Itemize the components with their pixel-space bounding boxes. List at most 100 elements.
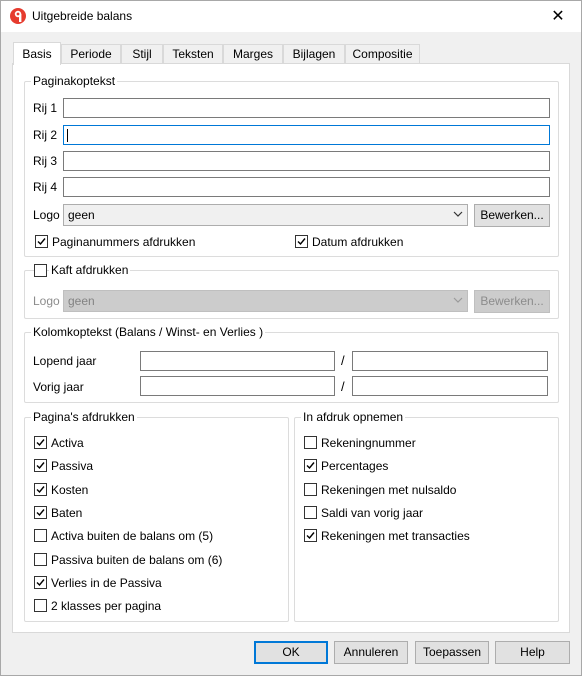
group-title: Pagina's afdrukken — [31, 410, 137, 424]
tab-compositie[interactable]: Compositie — [345, 44, 420, 64]
cancel-button[interactable]: Annuleren — [334, 641, 408, 664]
cover-group: Kaft afdrukken Logo geen Bewerken... — [24, 263, 559, 319]
button-label: Annuleren — [343, 645, 399, 659]
check-icon — [306, 532, 315, 540]
print-page-label-5: Activa buiten de balans om (5) — [51, 529, 214, 544]
row4-input[interactable] — [63, 177, 550, 197]
check-icon — [36, 439, 45, 447]
cover-label: Kaft afdrukken — [49, 263, 131, 277]
include-option-label-5: Rekeningen met transacties — [321, 529, 470, 544]
chevron-down-icon — [453, 297, 463, 303]
include-option-checkbox-4[interactable] — [304, 505, 317, 519]
include-option-label-3: Rekeningen met nulsaldo — [321, 482, 457, 497]
tab-label: Basis — [22, 47, 52, 61]
tab-label: Marges — [232, 47, 273, 61]
cover-checkbox[interactable] — [34, 264, 47, 277]
ok-button[interactable]: OK — [254, 641, 328, 664]
group-title: Kolomkoptekst (Balans / Winst- en Verlie… — [31, 325, 266, 339]
row1-label: Rij 1 — [33, 101, 58, 115]
previous-year-input-1[interactable] — [140, 376, 335, 396]
check-icon — [36, 462, 45, 470]
print-page-checkbox-6[interactable] — [34, 552, 47, 566]
page-header-group: Paginakoptekst Rij 1 Rij 2 Rij 3 Rij 4 L… — [24, 74, 559, 257]
print-page-checkbox-2[interactable] — [34, 459, 47, 473]
tab-label: Teksten — [172, 47, 214, 61]
check-icon — [36, 485, 45, 493]
group-title: In afdruk opnemen — [301, 410, 406, 424]
page-numbers-label: Paginanummers afdrukken — [52, 235, 196, 249]
print-page-checkbox-3[interactable] — [34, 482, 47, 496]
chevron-down-icon — [453, 211, 463, 217]
print-page-checkbox-7[interactable] — [34, 575, 47, 589]
tab-marges[interactable]: Marges — [223, 44, 283, 64]
tab-stijl[interactable]: Stijl — [121, 44, 163, 64]
tab-teksten[interactable]: Teksten — [163, 44, 223, 64]
tab-label: Stijl — [132, 47, 152, 61]
print-page-checkbox-4[interactable] — [34, 505, 47, 519]
logo-select[interactable]: geen — [63, 204, 468, 226]
logo-edit-button[interactable]: Bewerken... — [474, 204, 550, 227]
app-logo-icon — [10, 8, 26, 24]
print-page-label-3: Kosten — [51, 482, 89, 497]
button-label: Bewerken... — [480, 294, 544, 308]
print-page-label-6: Passiva buiten de balans om (6) — [51, 552, 223, 567]
text-caret — [67, 129, 68, 142]
tab-bijlagen[interactable]: Bijlagen — [283, 44, 345, 64]
apply-button[interactable]: Toepassen — [415, 641, 489, 664]
include-option-checkbox-5[interactable] — [304, 529, 317, 543]
cover-logo-select-value: geen — [68, 294, 95, 308]
include-option-checkbox-1[interactable] — [304, 436, 317, 449]
check-icon — [297, 238, 306, 246]
include-option-checkbox-2[interactable] — [304, 459, 317, 473]
tab-label: Bijlagen — [292, 47, 336, 61]
dialog-window: Uitgebreide balans ✕ Basis Periode Stijl… — [0, 0, 582, 676]
include-group: In afdruk opnemen Rekeningnummer Percenta… — [294, 410, 559, 622]
cover-logo-edit-button: Bewerken... — [474, 290, 550, 313]
tab-panel-basis: Paginakoptekst Rij 1 Rij 2 Rij 3 Rij 4 L… — [12, 63, 570, 633]
print-page-label-7: Verlies in de Passiva — [51, 575, 162, 590]
logo-label: Logo — [33, 208, 60, 222]
close-icon: ✕ — [551, 8, 565, 25]
current-year-input-2[interactable] — [352, 351, 548, 371]
include-option-label-2: Percentages — [321, 459, 389, 474]
row2-label: Rij 2 — [33, 128, 58, 142]
print-page-checkbox-1[interactable] — [34, 436, 47, 449]
separator: / — [341, 353, 345, 368]
previous-year-label: Vorig jaar — [33, 380, 84, 394]
button-label: OK — [282, 645, 300, 659]
row3-label: Rij 3 — [33, 154, 58, 168]
include-option-label-1: Rekeningnummer — [321, 436, 416, 450]
include-option-label-4: Saldi van vorig jaar — [321, 505, 424, 520]
title-bar: Uitgebreide balans ✕ — [1, 1, 581, 32]
current-year-label: Lopend jaar — [33, 354, 97, 368]
include-option-checkbox-3[interactable] — [304, 482, 317, 496]
check-icon — [306, 462, 315, 470]
button-label: Toepassen — [422, 645, 482, 659]
row2-input[interactable] — [63, 125, 550, 145]
print-page-label-1: Activa — [51, 436, 84, 450]
button-label: Bewerken... — [480, 208, 544, 222]
check-icon — [36, 578, 45, 586]
print-page-label-8: 2 klasses per pagina — [51, 599, 162, 614]
tab-label: Periode — [70, 47, 112, 61]
check-icon — [36, 508, 45, 516]
tab-periode[interactable]: Periode — [61, 44, 121, 64]
window-title: Uitgebreide balans — [32, 9, 133, 23]
row1-input[interactable] — [63, 98, 550, 118]
row3-input[interactable] — [63, 151, 550, 171]
logo-select-value: geen — [68, 208, 95, 222]
print-page-checkbox-5[interactable] — [34, 529, 47, 543]
column-header-group: Kolomkoptekst (Balans / Winst- en Verlie… — [24, 325, 559, 403]
tab-label: Compositie — [352, 47, 413, 61]
date-checkbox[interactable] — [295, 235, 308, 248]
print-page-label-2: Passiva — [51, 459, 94, 474]
date-label: Datum afdrukken — [312, 235, 404, 249]
close-button[interactable]: ✕ — [535, 1, 581, 32]
tab-basis[interactable]: Basis — [13, 42, 61, 65]
current-year-input-1[interactable] — [140, 351, 335, 371]
page-numbers-checkbox[interactable] — [35, 235, 48, 248]
print-page-checkbox-8[interactable] — [34, 599, 47, 613]
print-page-label-4: Baten — [51, 505, 83, 520]
help-button[interactable]: Help — [495, 641, 570, 664]
previous-year-input-2[interactable] — [352, 376, 548, 396]
